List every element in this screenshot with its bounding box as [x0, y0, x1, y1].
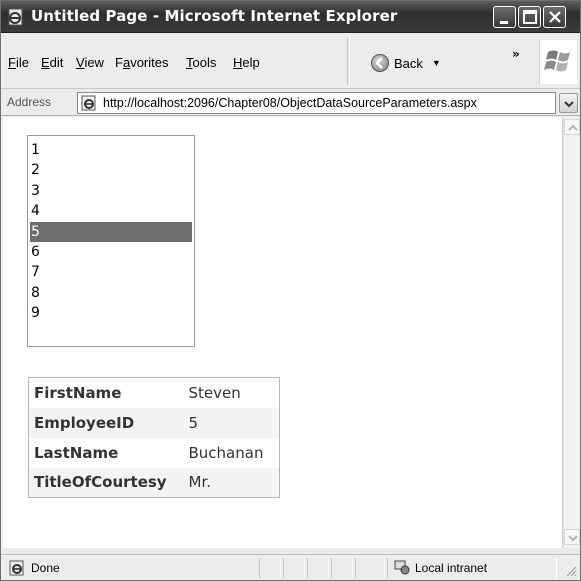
status-pane	[331, 558, 353, 578]
listbox-option[interactable]: 1	[30, 140, 192, 160]
address-bar: Address http://localhost:2096/Chapter08/…	[1, 90, 580, 116]
details-value: Mr.	[188, 473, 212, 492]
address-field[interactable]: http://localhost:2096/Chapter08/ObjectDa…	[77, 92, 556, 114]
minimize-button[interactable]	[493, 6, 516, 28]
maximize-icon	[523, 10, 537, 24]
status-pane	[355, 558, 385, 578]
status-pane	[259, 558, 281, 578]
close-icon	[549, 11, 561, 23]
chevron-down-icon	[564, 101, 574, 108]
listbox-option[interactable]: 7	[30, 262, 192, 282]
local-intranet-icon	[394, 560, 410, 575]
details-row: TitleOfCourtesy Mr.	[28, 467, 280, 498]
status-bar: Done Local intranet	[1, 554, 580, 580]
listbox-option[interactable]: 9	[30, 303, 192, 323]
address-dropdown-button[interactable]	[559, 93, 578, 113]
zone-label: Local intranet	[415, 561, 488, 575]
status-pane	[283, 558, 305, 578]
back-arrow-icon	[371, 54, 389, 72]
listbox-option[interactable]: 6	[30, 242, 192, 262]
ie-page-icon	[81, 95, 96, 111]
details-row: EmployeeID 5	[28, 407, 280, 438]
address-label: Address	[7, 95, 52, 109]
ie-page-icon	[9, 560, 24, 576]
scroll-up-button[interactable]	[564, 119, 580, 135]
details-value: 5	[188, 413, 199, 432]
menu-help[interactable]: Help	[233, 55, 260, 70]
menu-bar: File Edit View Favorites Tools Help Back…	[1, 34, 580, 89]
details-field: LastName	[34, 443, 119, 462]
page-content: 123456789 FirstName Steven EmployeeID 5 …	[3, 117, 563, 548]
details-row: FirstName Steven	[29, 378, 280, 408]
menu-view[interactable]: View	[76, 55, 104, 70]
close-button[interactable]	[543, 6, 566, 28]
maximize-button[interactable]	[518, 6, 541, 28]
status-text: Done	[31, 561, 60, 575]
title-bar[interactable]: Untitled Page - Microsoft Internet Explo…	[1, 1, 580, 33]
chevron-up-icon	[568, 124, 578, 131]
menu-tools[interactable]: Tools	[186, 55, 216, 70]
menu-edit[interactable]: Edit	[41, 55, 63, 70]
details-value: Buchanan	[188, 443, 264, 462]
listbox-option[interactable]: 2	[30, 160, 192, 180]
employee-details-view: FirstName Steven EmployeeID 5 LastName B…	[28, 377, 280, 498]
minimize-icon	[500, 21, 508, 24]
windows-logo-icon	[539, 40, 577, 84]
resize-grip-icon[interactable]	[565, 565, 577, 577]
back-dropdown-icon[interactable]: ▼	[432, 58, 441, 68]
back-label: Back	[394, 55, 423, 71]
ie-page-icon	[8, 8, 23, 26]
listbox-option[interactable]: 5	[30, 221, 192, 242]
scroll-down-button[interactable]	[564, 529, 580, 545]
chevron-down-icon	[568, 535, 578, 542]
back-button[interactable]: Back ▼	[371, 52, 441, 74]
details-value: Steven	[188, 383, 241, 402]
vertical-scrollbar[interactable]	[563, 117, 580, 548]
details-field: TitleOfCourtesy	[34, 473, 167, 492]
listbox-option[interactable]: 4	[30, 201, 192, 221]
toolbar-separator	[347, 38, 350, 86]
details-field: FirstName	[34, 383, 122, 402]
window-title: Untitled Page - Microsoft Internet Explo…	[31, 7, 398, 25]
address-url[interactable]: http://localhost:2096/Chapter08/ObjectDa…	[103, 96, 477, 110]
status-pane	[307, 558, 329, 578]
menu-file[interactable]: File	[8, 55, 29, 70]
listbox-option[interactable]: 3	[30, 181, 192, 201]
browser-window: Untitled Page - Microsoft Internet Explo…	[0, 0, 581, 581]
toolbar-overflow-chevron[interactable]: »	[512, 47, 520, 61]
details-field: EmployeeID	[34, 413, 135, 432]
listbox-option[interactable]: 8	[30, 283, 192, 303]
menu-favorites[interactable]: Favorites	[115, 55, 168, 70]
details-row: LastName Buchanan	[29, 438, 280, 468]
employee-id-listbox[interactable]: 123456789	[27, 135, 195, 347]
